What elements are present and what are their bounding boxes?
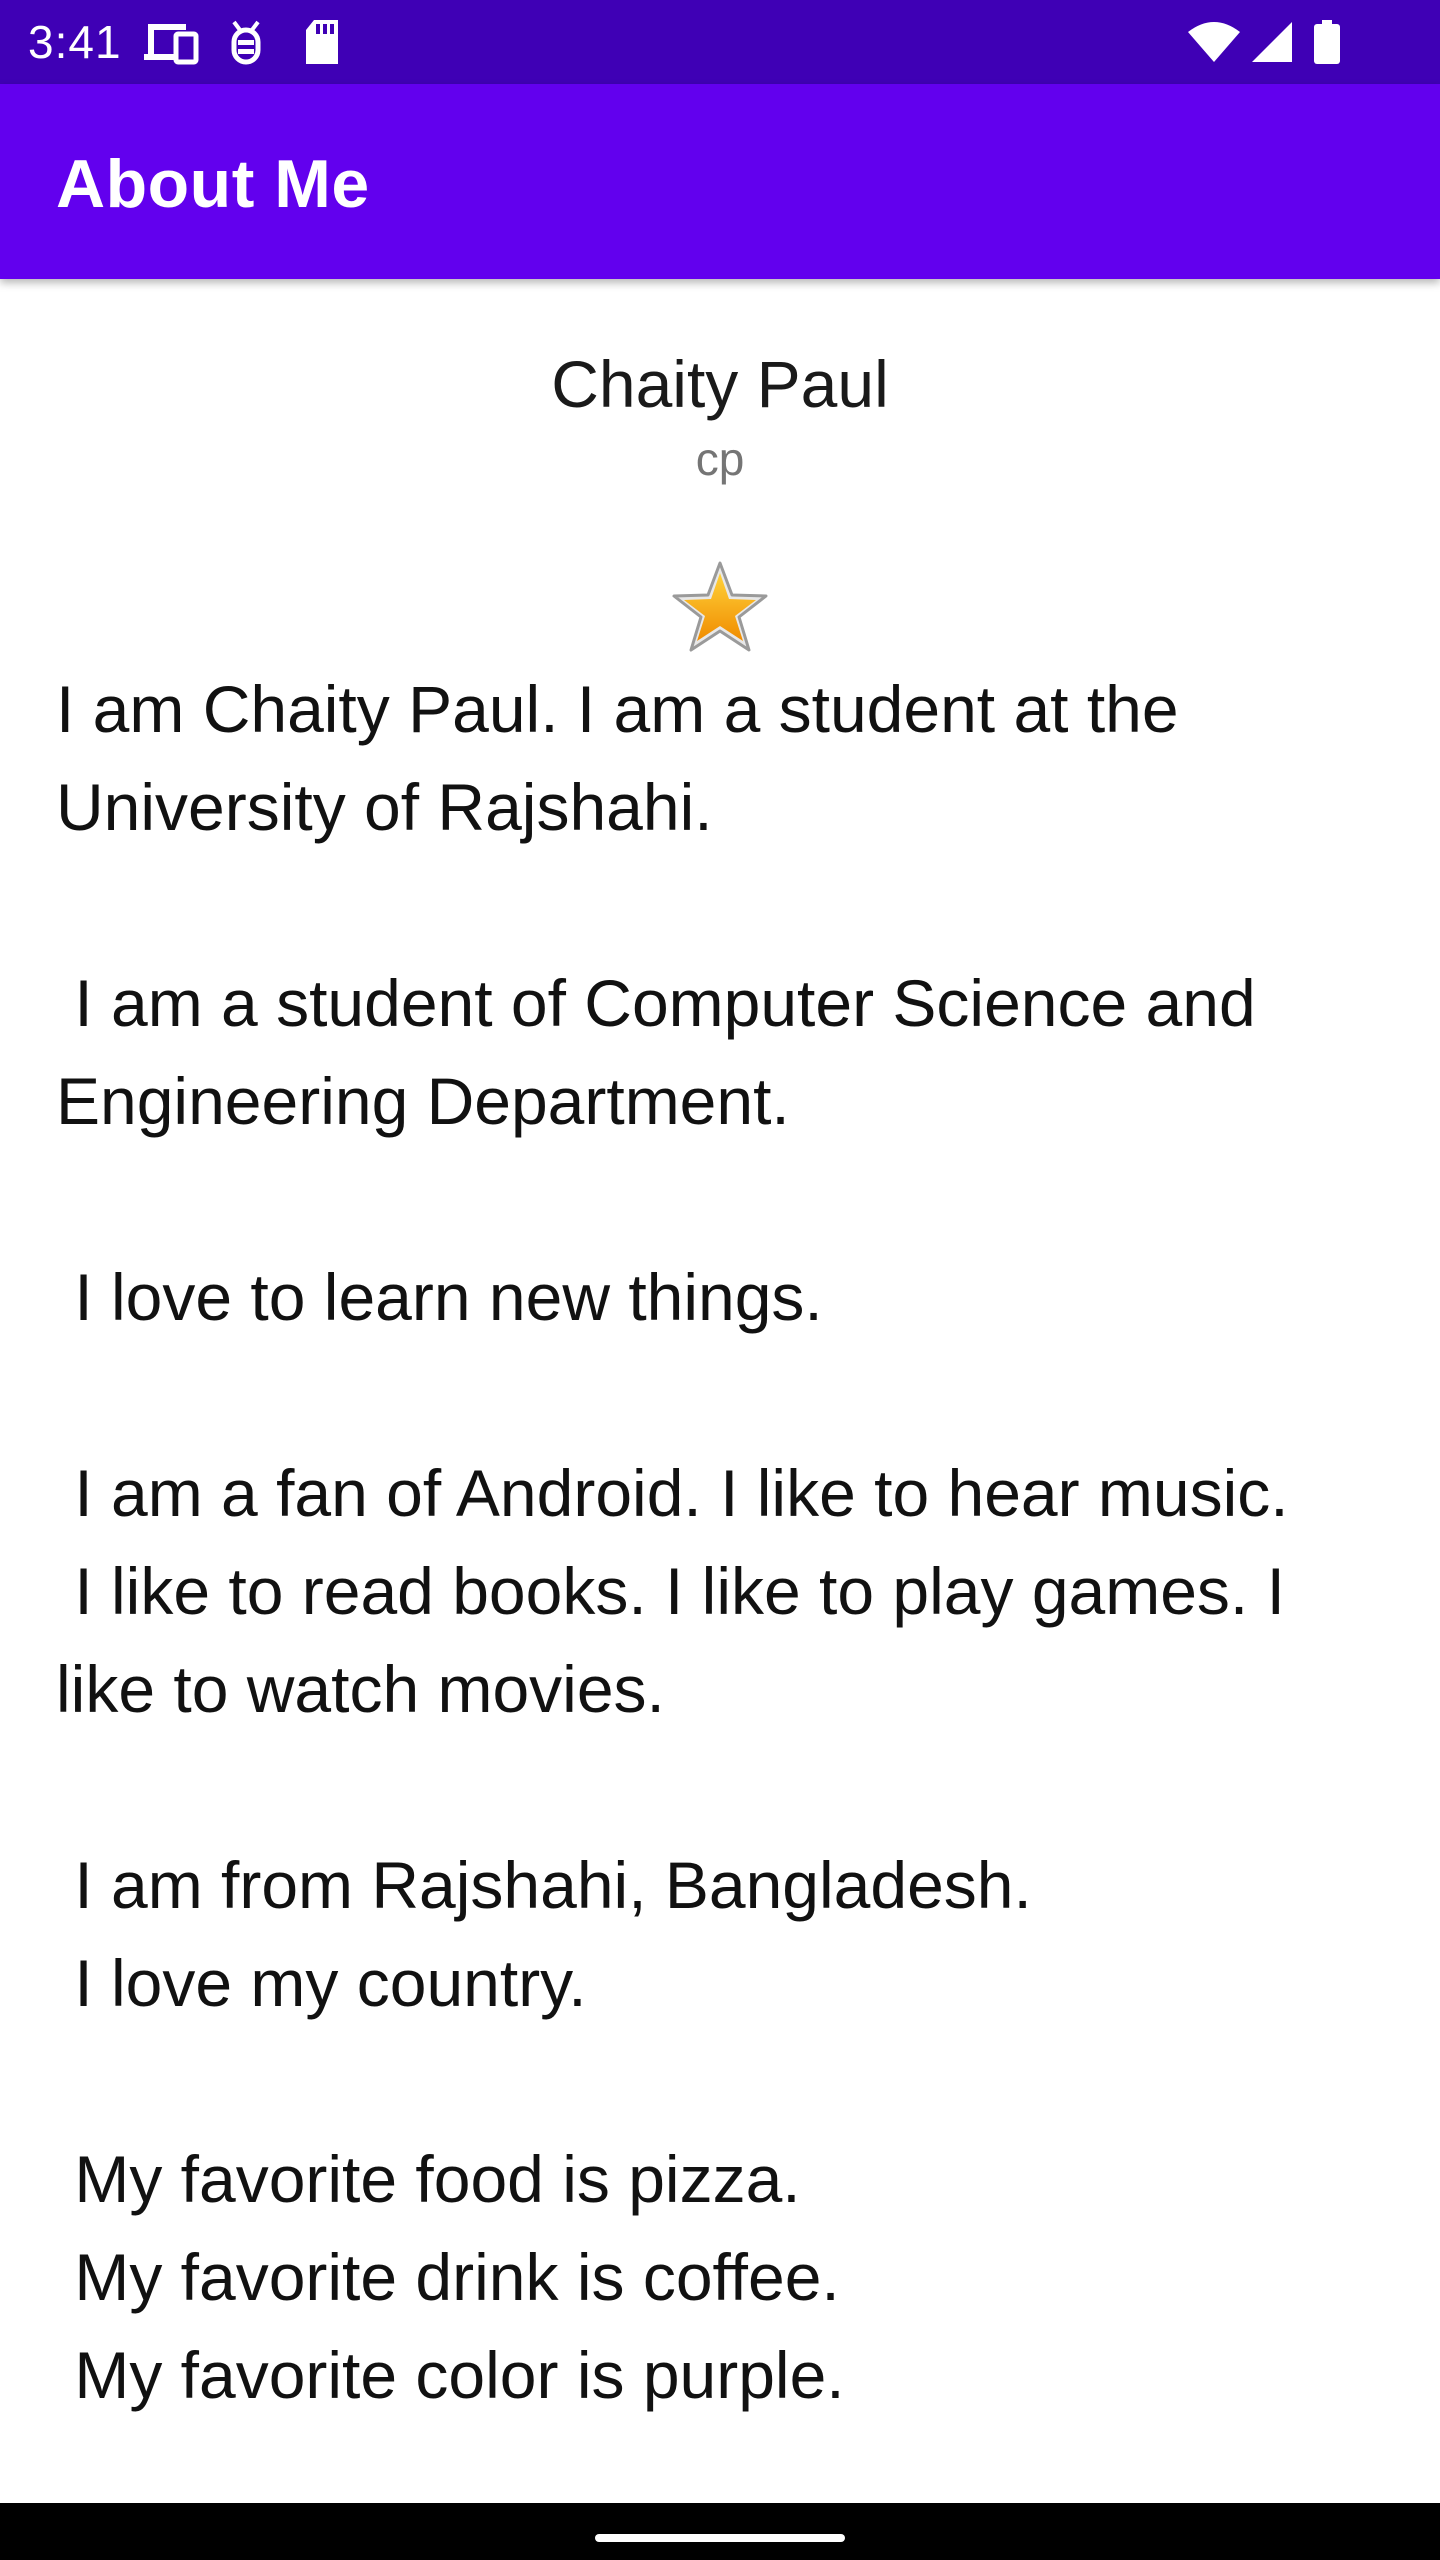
cast-icon [144,24,199,65]
bio-text: I am Chaity Paul. I am a student at the … [56,672,1289,2412]
star-icon [672,561,768,652]
app-title: About Me [56,146,370,222]
app-screen: 3:41 About Me Chaity Paul cp I am Chaity… [0,0,1440,2560]
sd-card-icon [306,20,338,64]
battery-icon [1314,20,1340,64]
wifi-icon [1188,22,1240,62]
home-gesture-handle[interactable] [595,2534,845,2542]
profile-nickname: cp [695,433,745,485]
status-bar: 3:41 [0,0,1440,84]
app-bar: About Me [0,84,1440,279]
status-time: 3:41 [28,16,122,68]
debug-icon [231,20,261,65]
about-me-content: Chaity Paul cp I am Chaity Paul. I am a … [0,279,1440,2503]
profile-name: Chaity Paul [551,347,889,421]
signal-icon [1252,22,1292,62]
navigation-bar [0,2503,1440,2560]
